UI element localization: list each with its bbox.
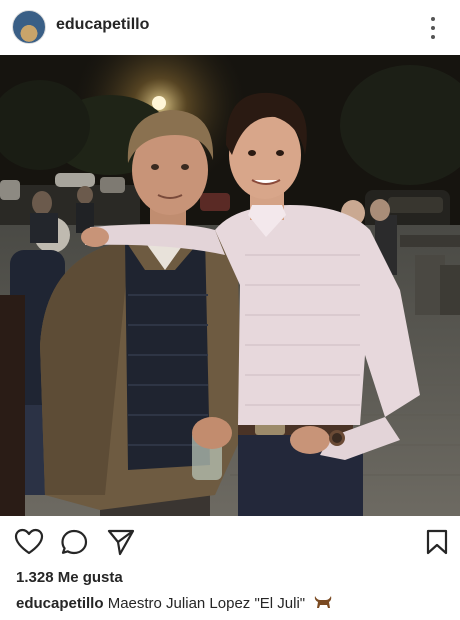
paper-plane-icon[interactable] [106, 528, 136, 556]
bull-emoji-icon [313, 594, 333, 610]
profile-avatar[interactable] [12, 10, 46, 44]
comment-icon[interactable] [60, 528, 90, 556]
post-photo[interactable] [0, 55, 460, 516]
post-username[interactable]: educapetillo [56, 16, 149, 34]
post-caption: educapetillo Maestro Julian Lopez "El Ju… [16, 594, 333, 612]
caption-username[interactable]: educapetillo [16, 595, 104, 612]
post-header: educapetillo [0, 0, 460, 55]
likes-count[interactable]: 1.328 Me gusta [16, 569, 123, 586]
bookmark-icon[interactable] [422, 528, 452, 556]
caption-text: Maestro Julian Lopez "El Juli" [107, 595, 306, 612]
post-actions [0, 516, 460, 566]
more-options-icon[interactable] [424, 14, 442, 42]
heart-icon[interactable] [14, 528, 44, 556]
